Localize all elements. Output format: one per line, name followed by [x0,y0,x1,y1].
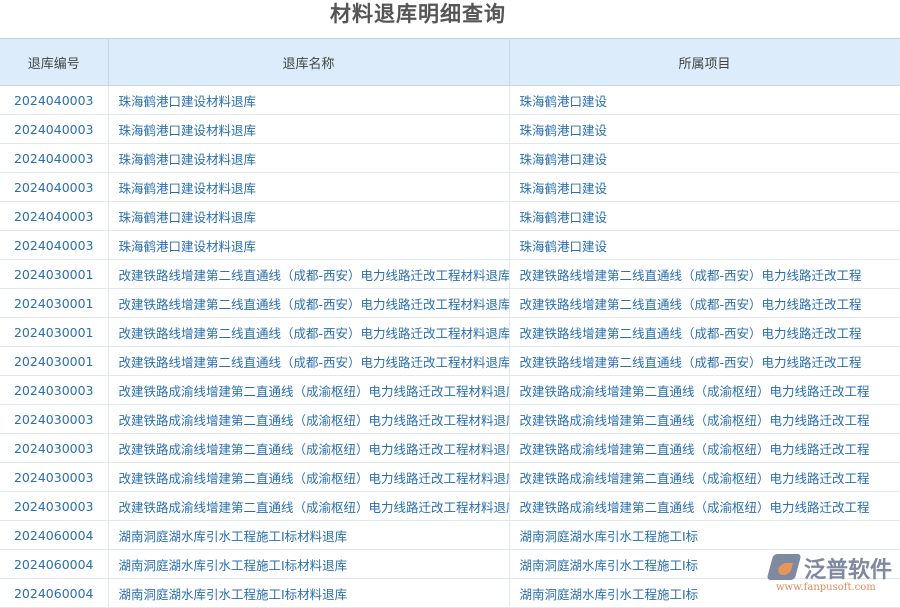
row-name[interactable]: 改建铁路线增建第二线直通线（成都-西安）电力线路迁改工程材料退库 [108,289,509,318]
row-code[interactable]: 2024030003 [0,492,108,521]
row-name[interactable]: 湖南洞庭湖水库引水工程施工I标材料退库 [108,550,509,579]
table-row[interactable]: 2024060004湖南洞庭湖水库引水工程施工I标材料退库湖南洞庭湖水库引水工程… [0,521,900,550]
table-row[interactable]: 2024040003珠海鹤港口建设材料退库珠海鹤港口建设 [0,231,900,260]
row-code[interactable]: 2024030003 [0,434,108,463]
row-code[interactable]: 2024030003 [0,376,108,405]
row-code[interactable]: 2024040003 [0,144,108,173]
row-project[interactable]: 改建铁路线增建第二线直通线（成都-西安）电力线路迁改工程 [509,289,900,318]
table-row[interactable]: 2024030001改建铁路线增建第二线直通线（成都-西安）电力线路迁改工程材料… [0,347,900,376]
watermark-name: 泛普软件 [804,552,892,584]
row-project[interactable]: 珠海鹤港口建设 [509,231,900,260]
watermark-url: www.fanpusoft.com [776,582,876,593]
table-row[interactable]: 2024030003改建铁路成渝线增建第二直通线（成渝枢纽）电力线路迁改工程材料… [0,434,900,463]
row-code[interactable]: 2024030001 [0,289,108,318]
row-name[interactable]: 珠海鹤港口建设材料退库 [108,231,509,260]
table-row[interactable]: 2024030003改建铁路成渝线增建第二直通线（成渝枢纽）电力线路迁改工程材料… [0,492,900,521]
table-header: 退库编号 退库名称 所属项目 [0,39,900,86]
column-header-name[interactable]: 退库名称 [108,39,509,86]
fanpu-logo-icon [767,554,802,580]
row-project[interactable]: 珠海鹤港口建设 [509,115,900,144]
row-project[interactable]: 改建铁路成渝线增建第二直通线（成渝枢纽）电力线路迁改工程 [509,492,900,521]
row-name[interactable]: 珠海鹤港口建设材料退库 [108,86,509,115]
row-code[interactable]: 2024060004 [0,579,108,608]
row-name[interactable]: 改建铁路线增建第二线直通线（成都-西安）电力线路迁改工程材料退库 [108,260,509,289]
row-project[interactable]: 改建铁路线增建第二线直通线（成都-西安）电力线路迁改工程 [509,260,900,289]
row-name[interactable]: 珠海鹤港口建设材料退库 [108,202,509,231]
row-project[interactable]: 珠海鹤港口建设 [509,144,900,173]
column-header-code[interactable]: 退库编号 [0,39,108,86]
table-row[interactable]: 2024030001改建铁路线增建第二线直通线（成都-西安）电力线路迁改工程材料… [0,260,900,289]
row-code[interactable]: 2024060004 [0,521,108,550]
row-code[interactable]: 2024040003 [0,173,108,202]
row-name[interactable]: 湖南洞庭湖水库引水工程施工I标材料退库 [108,579,509,608]
row-name[interactable]: 湖南洞庭湖水库引水工程施工I标材料退库 [108,521,509,550]
watermark-logo: 泛普软件 www.fanpusoft.com [770,552,900,600]
table-row[interactable]: 2024030001改建铁路线增建第二线直通线（成都-西安）电力线路迁改工程材料… [0,318,900,347]
row-name[interactable]: 珠海鹤港口建设材料退库 [108,115,509,144]
table-row[interactable]: 2024060004湖南洞庭湖水库引水工程施工I标材料退库湖南洞庭湖水库引水工程… [0,550,900,579]
table-row[interactable]: 2024040003珠海鹤港口建设材料退库珠海鹤港口建设 [0,144,900,173]
row-project[interactable]: 改建铁路线增建第二线直通线（成都-西安）电力线路迁改工程 [509,318,900,347]
row-project[interactable]: 改建铁路成渝线增建第二直通线（成渝枢纽）电力线路迁改工程 [509,376,900,405]
table-row[interactable]: 2024040003珠海鹤港口建设材料退库珠海鹤港口建设 [0,86,900,115]
table-row[interactable]: 2024030003改建铁路成渝线增建第二直通线（成渝枢纽）电力线路迁改工程材料… [0,405,900,434]
row-code[interactable]: 2024030001 [0,318,108,347]
row-code[interactable]: 2024030001 [0,260,108,289]
row-code[interactable]: 2024040003 [0,231,108,260]
row-code[interactable]: 2024040003 [0,202,108,231]
material-return-table: 退库编号 退库名称 所属项目 2024040003珠海鹤港口建设材料退库珠海鹤港… [0,38,900,608]
row-project[interactable]: 珠海鹤港口建设 [509,173,900,202]
table-row[interactable]: 2024030003改建铁路成渝线增建第二直通线（成渝枢纽）电力线路迁改工程材料… [0,376,900,405]
row-name[interactable]: 改建铁路成渝线增建第二直通线（成渝枢纽）电力线路迁改工程材料退库 [108,376,509,405]
row-name[interactable]: 珠海鹤港口建设材料退库 [108,144,509,173]
table-row[interactable]: 2024030003改建铁路成渝线增建第二直通线（成渝枢纽）电力线路迁改工程材料… [0,463,900,492]
page-title: 材料退库明细查询 [0,0,836,28]
row-project[interactable]: 湖南洞庭湖水库引水工程施工I标 [509,521,900,550]
row-name[interactable]: 改建铁路成渝线增建第二直通线（成渝枢纽）电力线路迁改工程材料退库 [108,492,509,521]
row-project[interactable]: 改建铁路成渝线增建第二直通线（成渝枢纽）电力线路迁改工程 [509,434,900,463]
table-row[interactable]: 2024060004湖南洞庭湖水库引水工程施工I标材料退库湖南洞庭湖水库引水工程… [0,579,900,608]
row-name[interactable]: 改建铁路线增建第二线直通线（成都-西安）电力线路迁改工程材料退库 [108,347,509,376]
row-project[interactable]: 珠海鹤港口建设 [509,202,900,231]
row-code[interactable]: 2024030001 [0,347,108,376]
row-code[interactable]: 2024030003 [0,405,108,434]
table-row[interactable]: 2024030001改建铁路线增建第二线直通线（成都-西安）电力线路迁改工程材料… [0,289,900,318]
row-name[interactable]: 改建铁路成渝线增建第二直通线（成渝枢纽）电力线路迁改工程材料退库 [108,463,509,492]
column-header-project[interactable]: 所属项目 [509,39,900,86]
row-project[interactable]: 改建铁路成渝线增建第二直通线（成渝枢纽）电力线路迁改工程 [509,405,900,434]
row-project[interactable]: 改建铁路线增建第二线直通线（成都-西安）电力线路迁改工程 [509,347,900,376]
row-project[interactable]: 珠海鹤港口建设 [509,86,900,115]
row-code[interactable]: 2024030003 [0,463,108,492]
row-code[interactable]: 2024040003 [0,86,108,115]
row-name[interactable]: 改建铁路成渝线增建第二直通线（成渝枢纽）电力线路迁改工程材料退库 [108,405,509,434]
table-row[interactable]: 2024040003珠海鹤港口建设材料退库珠海鹤港口建设 [0,202,900,231]
row-project[interactable]: 改建铁路成渝线增建第二直通线（成渝枢纽）电力线路迁改工程 [509,463,900,492]
row-name[interactable]: 珠海鹤港口建设材料退库 [108,173,509,202]
table-row[interactable]: 2024040003珠海鹤港口建设材料退库珠海鹤港口建设 [0,115,900,144]
row-code[interactable]: 2024040003 [0,115,108,144]
row-name[interactable]: 改建铁路成渝线增建第二直通线（成渝枢纽）电力线路迁改工程材料退库 [108,434,509,463]
row-name[interactable]: 改建铁路线增建第二线直通线（成都-西安）电力线路迁改工程材料退库 [108,318,509,347]
table-row[interactable]: 2024040003珠海鹤港口建设材料退库珠海鹤港口建设 [0,173,900,202]
row-code[interactable]: 2024060004 [0,550,108,579]
